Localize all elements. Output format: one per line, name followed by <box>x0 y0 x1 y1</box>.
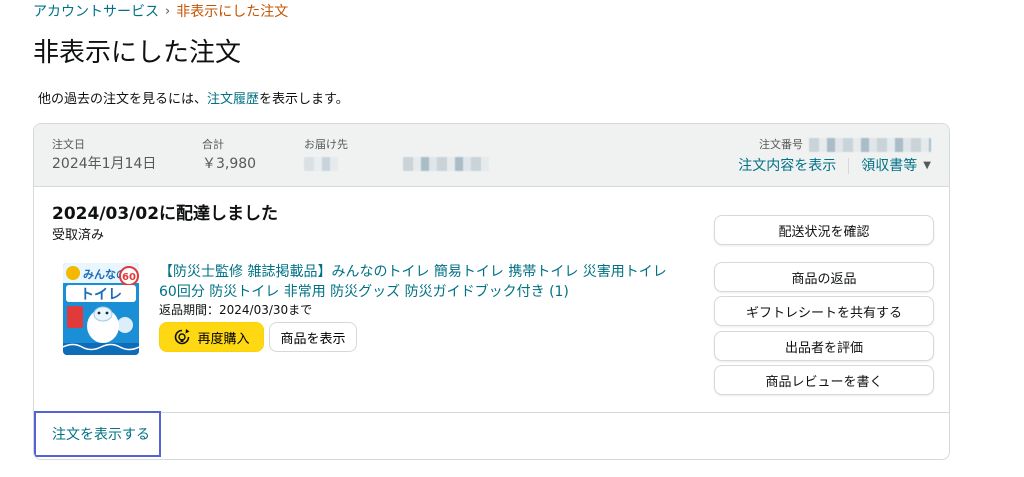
order-footer: 注文を表示する <box>34 411 949 459</box>
reorder-cycle-icon <box>175 329 190 345</box>
order-total-value: ￥3,980 <box>202 156 257 172</box>
order-history-link[interactable]: 注文履歴 <box>207 92 259 107</box>
product-image[interactable]: みんなの 60 トイレ <box>63 263 139 355</box>
order-header-links: 注文内容を表示 領収書等 ▼ <box>738 156 931 176</box>
order-date-column: 注文日 2024年1月14日 <box>52 137 156 174</box>
return-period: 返品期間：2024/03/30まで <box>159 303 313 317</box>
return-item-button[interactable]: 商品の返品 <box>714 262 934 292</box>
order-date-value: 2024年1月14日 <box>52 156 157 172</box>
order-total-column: 合計 ￥3,980 <box>202 137 256 174</box>
redacted-block <box>304 157 338 171</box>
write-review-button[interactable]: 商品レビューを書く <box>714 365 934 395</box>
breadcrumb-account-service-link[interactable]: アカウントサービス <box>33 2 159 22</box>
order-number-column: 注文番号 注文内容を表示 領収書等 ▼ <box>738 137 931 176</box>
breadcrumb: アカウントサービス › 非表示にした注文 <box>33 2 288 22</box>
buy-again-button[interactable]: 再度購入 <box>159 322 264 352</box>
ship-to-column: お届け先 <box>304 137 489 174</box>
delivery-substatus: 受取済み <box>52 228 105 243</box>
info-suffix: を表示します。 <box>259 92 349 107</box>
redacted-block <box>402 157 489 171</box>
receipt-link[interactable]: 領収書等 <box>861 156 917 176</box>
order-date-label: 注文日 <box>52 138 85 151</box>
buy-again-label: 再度購入 <box>197 331 250 347</box>
package-text-main: トイレ <box>80 287 122 303</box>
ship-to-value-redacted <box>304 154 489 174</box>
view-item-button[interactable]: 商品を表示 <box>269 322 357 352</box>
order-number-redacted <box>809 137 931 152</box>
share-gift-receipt-button[interactable]: ギフトレシートを共有する <box>714 296 934 326</box>
order-card: 注文日 2024年1月14日 合計 ￥3,980 お届け先 注文番号 注文内容を… <box>33 123 950 460</box>
view-order-link[interactable]: 注文を表示する <box>34 411 161 457</box>
delivery-status: 2024/03/02に配達しました <box>52 204 279 224</box>
info-line: 他の過去の注文を見るには、注文履歴を表示します。 <box>38 90 349 110</box>
chevron-down-icon[interactable]: ▼ <box>923 156 931 176</box>
order-header: 注文日 2024年1月14日 合計 ￥3,980 お届け先 注文番号 注文内容を… <box>34 124 949 187</box>
order-total-label: 合計 <box>202 138 224 151</box>
info-prefix: 他の過去の注文を見るには、 <box>38 92 208 107</box>
breadcrumb-current: 非表示にした注文 <box>176 4 289 20</box>
view-order-details-link[interactable]: 注文内容を表示 <box>738 156 836 176</box>
ship-to-label: お届け先 <box>304 138 348 151</box>
track-package-button[interactable]: 配送状況を確認 <box>714 215 934 245</box>
toilet-product-package-icon: みんなの 60 トイレ <box>63 263 139 355</box>
package-badge: 60 <box>122 272 136 283</box>
rate-seller-button[interactable]: 出品者を評価 <box>714 331 934 361</box>
header-divider <box>848 158 850 174</box>
order-number-label: 注文番号 <box>759 138 803 151</box>
page-title: 非表示にした注文 <box>33 38 242 68</box>
order-number-row: 注文番号 <box>738 137 931 152</box>
page: アカウントサービス › 非表示にした注文 非表示にした注文 他の過去の注文を見る… <box>0 0 1024 477</box>
product-title-link[interactable]: 【防災士監修 雑誌掲載品】みんなのトイレ 簡易トイレ 携帯トイレ 災害用トイレ … <box>159 262 679 302</box>
breadcrumb-separator-icon: › <box>165 4 171 19</box>
